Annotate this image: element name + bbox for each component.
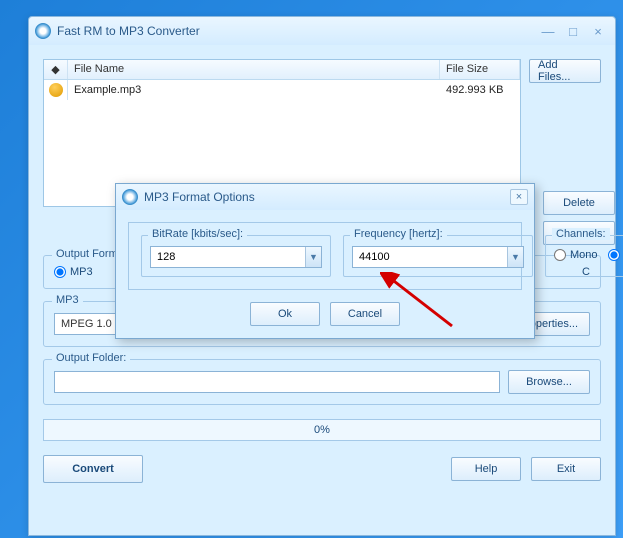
frequency-combo[interactable]: ▼: [352, 246, 524, 268]
side-buttons: Add Files...: [529, 59, 601, 83]
bitrate-legend: BitRate [kbits/sec]:: [148, 228, 247, 240]
dialog-app-icon: [122, 189, 138, 205]
frequency-legend: Frequency [hertz]:: [350, 228, 447, 240]
radio-stereo[interactable]: Stereo: [608, 249, 623, 261]
browse-button[interactable]: Browse...: [508, 370, 590, 394]
radio-mp3[interactable]: MP3: [54, 266, 93, 278]
dialog-body: BitRate [kbits/sec]: ▼ Frequency [hertz]…: [116, 210, 534, 338]
add-files-button[interactable]: Add Files...: [529, 59, 601, 83]
output-folder-row: Browse...: [54, 370, 590, 394]
delete-button[interactable]: Delete: [543, 191, 615, 215]
output-folder-input[interactable]: [54, 371, 500, 393]
app-icon: [35, 23, 51, 39]
progress-bar: 0%: [43, 419, 601, 441]
chevron-down-icon[interactable]: ▼: [507, 247, 523, 267]
bitrate-input[interactable]: [151, 247, 305, 267]
window-title: Fast RM to MP3 Converter: [57, 24, 534, 38]
frequency-input[interactable]: [353, 247, 507, 267]
radio-mono[interactable]: Mono: [554, 249, 598, 261]
frequency-group: Frequency [hertz]: ▼: [343, 235, 533, 277]
channels-row: Mono Stereo: [554, 246, 623, 261]
column-icon-header[interactable]: ◆: [44, 60, 68, 79]
radio-mp3-label: MP3: [70, 266, 93, 278]
dialog-frame: BitRate [kbits/sec]: ▼ Frequency [hertz]…: [128, 222, 522, 290]
convert-button[interactable]: Convert: [43, 455, 143, 483]
chevron-down-icon[interactable]: ▼: [305, 247, 321, 267]
mp3-options-dialog: MP3 Format Options × BitRate [kbits/sec]…: [115, 183, 535, 339]
column-size-header[interactable]: File Size: [440, 60, 520, 79]
help-button[interactable]: Help: [451, 457, 521, 481]
output-folder-legend: Output Folder:: [52, 352, 130, 364]
radio-mono-label: Mono: [570, 249, 598, 261]
radio-mono-input[interactable]: [554, 249, 566, 261]
dialog-close-button[interactable]: ×: [510, 189, 528, 205]
maximize-button[interactable]: □: [562, 23, 584, 39]
dialog-buttons: Ok Cancel: [128, 302, 522, 326]
minimize-button[interactable]: —: [537, 23, 559, 39]
channels-group: Channels: Mono Stereo: [545, 235, 623, 277]
dialog-titlebar[interactable]: MP3 Format Options ×: [116, 184, 534, 210]
progress-label: 0%: [314, 424, 330, 436]
exit-button[interactable]: Exit: [531, 457, 601, 481]
audio-icon: [49, 83, 63, 97]
close-button[interactable]: ×: [587, 23, 609, 39]
dialog-title: MP3 Format Options: [144, 190, 510, 204]
file-type-icon: [44, 80, 68, 100]
column-name-header[interactable]: File Name: [68, 60, 440, 79]
radio-mp3-input[interactable]: [54, 266, 66, 278]
mp3-legend: MP3: [52, 294, 83, 306]
radio-stereo-input[interactable]: [608, 249, 620, 261]
file-list-header: ◆ File Name File Size: [44, 60, 520, 80]
file-name-cell: Example.mp3: [68, 81, 440, 99]
bottom-buttons: Convert Help Exit: [43, 455, 601, 483]
file-size-cell: 492.993 KB: [440, 81, 520, 99]
bitrate-group: BitRate [kbits/sec]: ▼: [141, 235, 331, 277]
titlebar[interactable]: Fast RM to MP3 Converter — □ ×: [29, 17, 615, 45]
table-row[interactable]: Example.mp3 492.993 KB: [44, 80, 520, 100]
output-folder-fieldset: Output Folder: Browse...: [43, 359, 601, 405]
bitrate-combo[interactable]: ▼: [150, 246, 322, 268]
channels-legend: Channels:: [552, 228, 610, 240]
ok-button[interactable]: Ok: [250, 302, 320, 326]
cancel-button[interactable]: Cancel: [330, 302, 400, 326]
